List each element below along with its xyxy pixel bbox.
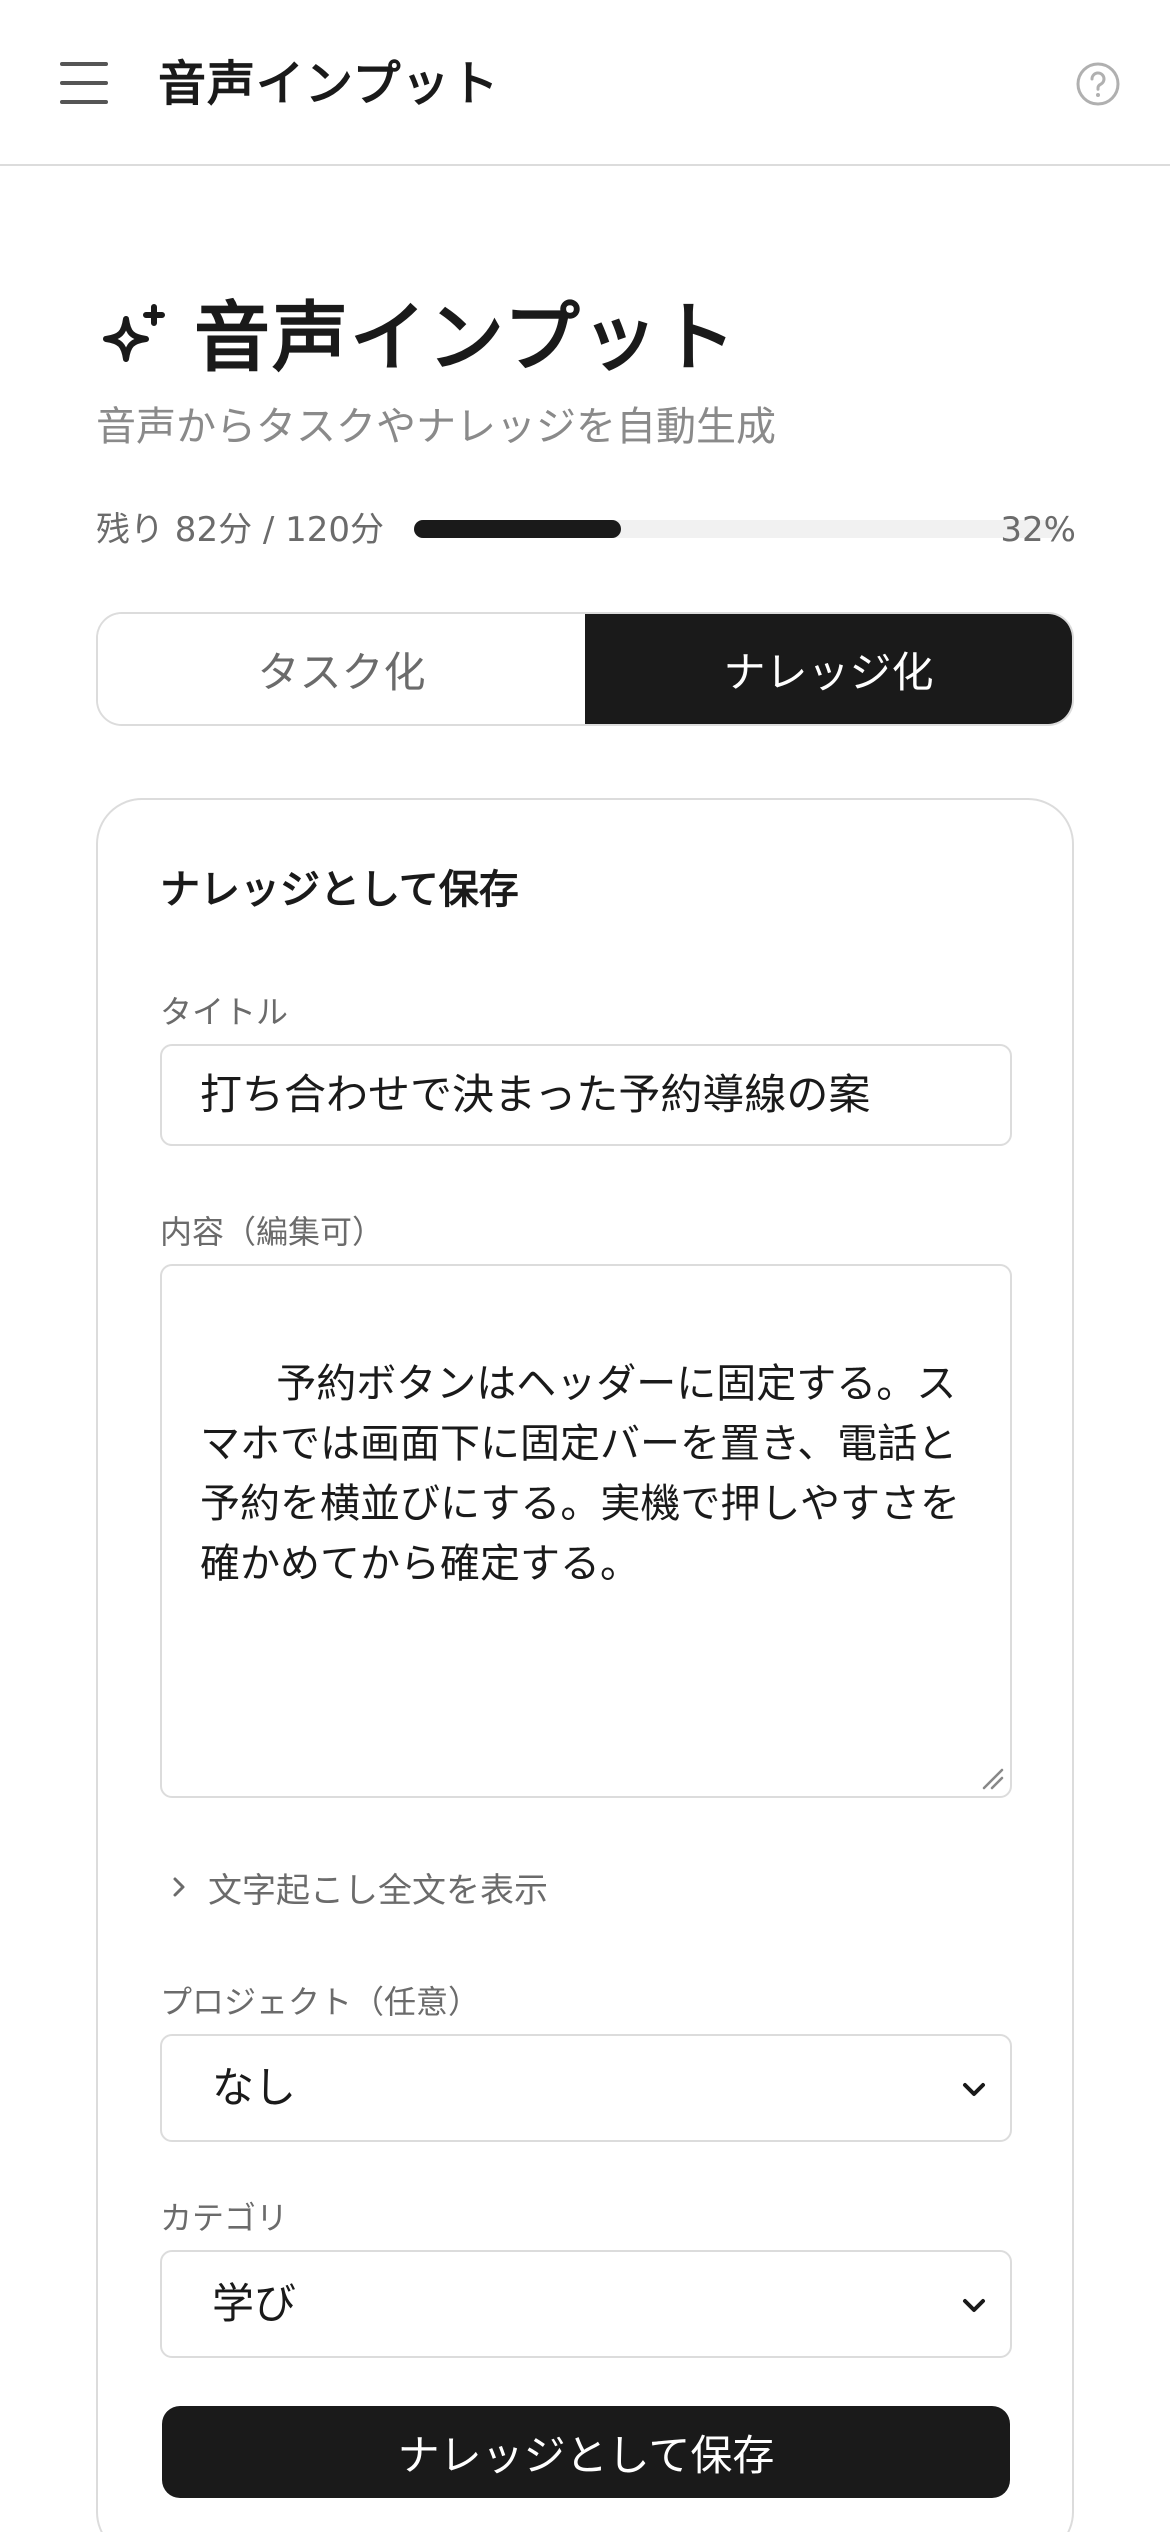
project-label: プロジェクト（任意）: [160, 1983, 481, 2021]
transcript-toggle[interactable]: 文字起こし全文を表示: [166, 1862, 548, 1912]
menu-line: [60, 100, 108, 104]
save-knowledge-button[interactable]: ナレッジとして保存: [162, 2406, 1010, 2498]
project-select-value: なし: [212, 2063, 297, 2112]
category-label: カテゴリ: [160, 2199, 289, 2237]
tab-task[interactable]: タスク化: [98, 614, 585, 724]
usage-remaining-text: 残り 82分 / 120分: [96, 510, 385, 550]
page-header: 音声インプット 音声からタスクやナレッジを自動生成: [96, 290, 1076, 454]
app-screen: 音声インプット 音声インプット 音声からタスクやナレッジを自動生成 残り 82分…: [0, 0, 1170, 2532]
chevron-down-icon: [963, 2299, 985, 2312]
tab-knowledge[interactable]: ナレッジ化: [585, 614, 1072, 724]
card-title: ナレッジとして保存: [160, 867, 519, 913]
usage-progress-fill: [414, 520, 621, 538]
title-label: タイトル: [160, 993, 289, 1031]
top-bar-title: 音声インプット: [158, 56, 500, 112]
knowledge-form-card: ナレッジとして保存 タイトル 打ち合わせで決まった予約導線の案 内容（編集可） …: [96, 798, 1074, 2532]
mode-segmented-control: タスク化 ナレッジ化: [96, 612, 1074, 726]
page-title-row: 音声インプット: [96, 290, 1076, 386]
resize-handle-icon[interactable]: [978, 1764, 1004, 1790]
project-select[interactable]: なし: [160, 2034, 1012, 2142]
chevron-down-icon: [963, 2083, 985, 2096]
sparkle-icon: [103, 304, 165, 362]
hamburger-menu-icon[interactable]: [60, 62, 108, 104]
category-select-value: 学び: [212, 2279, 297, 2328]
transcript-toggle-label: 文字起こし全文を表示: [208, 1870, 548, 1911]
category-select[interactable]: 学び: [160, 2250, 1012, 2358]
content-label: 内容（編集可）: [160, 1213, 385, 1251]
top-bar: 音声インプット: [0, 0, 1170, 166]
content-text: 予約ボタンはヘッダーに固定する。スマホでは画面下に固定バーを置き、電話と予約を横…: [200, 1361, 960, 1587]
usage-meter: 残り 82分 / 120分 32%: [96, 500, 1076, 560]
chevron-right-icon: [173, 1877, 185, 1897]
page-title: 音声インプット: [194, 293, 738, 382]
page-subtitle: 音声からタスクやナレッジを自動生成: [96, 404, 776, 450]
menu-line: [60, 62, 108, 66]
content-textarea[interactable]: 予約ボタンはヘッダーに固定する。スマホでは画面下に固定バーを置き、電話と予約を横…: [160, 1264, 1012, 1798]
usage-progress-track: [414, 520, 1060, 538]
help-circle-icon[interactable]: [1074, 60, 1122, 108]
menu-line: [60, 81, 108, 85]
usage-percent: 32%: [1000, 510, 1076, 550]
title-input[interactable]: 打ち合わせで決まった予約導線の案: [160, 1044, 1012, 1146]
